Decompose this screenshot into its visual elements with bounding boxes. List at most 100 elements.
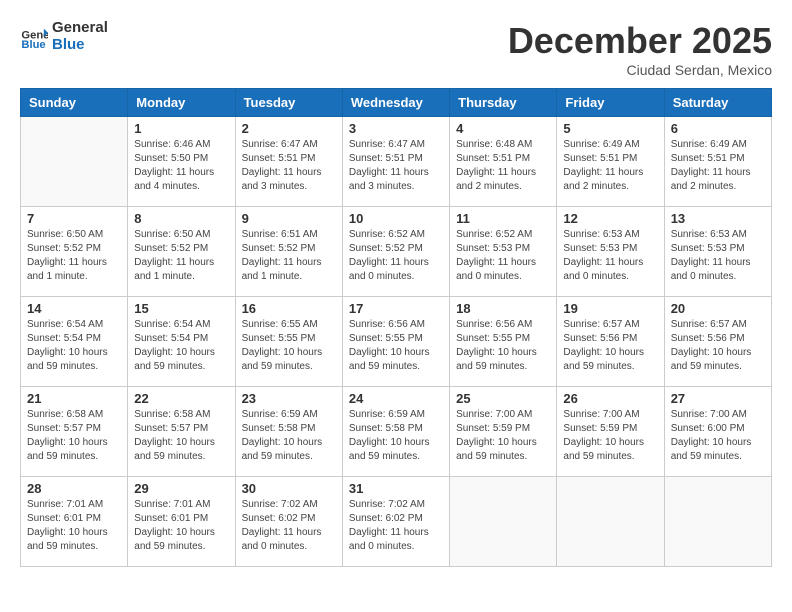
title-area: December 2025 Ciudad Serdan, Mexico xyxy=(508,20,772,78)
day-info: Sunrise: 7:01 AM Sunset: 6:01 PM Dayligh… xyxy=(134,498,228,554)
day-info: Sunrise: 6:57 AM Sunset: 5:56 PM Dayligh… xyxy=(563,318,657,374)
day-info: Sunrise: 7:00 AM Sunset: 5:59 PM Dayligh… xyxy=(563,408,657,464)
weekday-header-thursday: Thursday xyxy=(450,89,557,117)
day-info: Sunrise: 6:49 AM Sunset: 5:51 PM Dayligh… xyxy=(671,138,765,194)
day-number: 6 xyxy=(671,121,765,136)
day-info: Sunrise: 7:01 AM Sunset: 6:01 PM Dayligh… xyxy=(27,498,121,554)
day-number: 27 xyxy=(671,391,765,406)
weekday-header-monday: Monday xyxy=(128,89,235,117)
calendar-cell: 5 Sunrise: 6:49 AM Sunset: 5:51 PM Daylig… xyxy=(557,117,664,207)
calendar-cell: 1Sunrise: 6:46 AM Sunset: 5:50 PM Daylig… xyxy=(128,117,235,207)
weekday-header-sunday: Sunday xyxy=(21,89,128,117)
calendar-cell: 15 Sunrise: 6:54 AM Sunset: 5:54 PM Dayli… xyxy=(128,297,235,387)
day-info: Sunrise: 6:56 AM Sunset: 5:55 PM Dayligh… xyxy=(349,318,443,374)
calendar-cell: 2 Sunrise: 6:47 AM Sunset: 5:51 PM Daylig… xyxy=(235,117,342,207)
day-info: Sunrise: 6:52 AM Sunset: 5:52 PM Dayligh… xyxy=(349,228,443,284)
calendar-week-1: 1Sunrise: 6:46 AM Sunset: 5:50 PM Daylig… xyxy=(21,117,772,207)
day-info: Sunrise: 6:53 AM Sunset: 5:53 PM Dayligh… xyxy=(563,228,657,284)
calendar-cell: 14Sunrise: 6:54 AM Sunset: 5:54 PM Dayli… xyxy=(21,297,128,387)
day-info: Sunrise: 6:59 AM Sunset: 5:58 PM Dayligh… xyxy=(349,408,443,464)
logo-icon: General Blue xyxy=(20,23,48,51)
calendar-cell: 13 Sunrise: 6:53 AM Sunset: 5:53 PM Dayli… xyxy=(664,207,771,297)
day-info: Sunrise: 6:54 AM Sunset: 5:54 PM Dayligh… xyxy=(27,318,121,374)
day-number: 30 xyxy=(242,481,336,496)
day-number: 21 xyxy=(27,391,121,406)
calendar-cell: 17 Sunrise: 6:56 AM Sunset: 5:55 PM Dayli… xyxy=(342,297,449,387)
day-number: 4 xyxy=(456,121,550,136)
day-info: Sunrise: 7:02 AM Sunset: 6:02 PM Dayligh… xyxy=(349,498,443,554)
location: Ciudad Serdan, Mexico xyxy=(508,62,772,78)
calendar-cell: 30 Sunrise: 7:02 AM Sunset: 6:02 PM Dayli… xyxy=(235,477,342,567)
page-header: General Blue General Blue December 2025 … xyxy=(20,20,772,78)
day-info: Sunrise: 6:53 AM Sunset: 5:53 PM Dayligh… xyxy=(671,228,765,284)
calendar-cell: 21Sunrise: 6:58 AM Sunset: 5:57 PM Dayli… xyxy=(21,387,128,477)
day-info: Sunrise: 7:02 AM Sunset: 6:02 PM Dayligh… xyxy=(242,498,336,554)
calendar-cell: 28 Sunrise: 7:01 AM Sunset: 6:01 PM Dayli… xyxy=(21,477,128,567)
day-number: 23 xyxy=(242,391,336,406)
calendar-cell: 11Sunrise: 6:52 AM Sunset: 5:53 PM Dayli… xyxy=(450,207,557,297)
calendar-week-2: 7Sunrise: 6:50 AM Sunset: 5:52 PM Daylig… xyxy=(21,207,772,297)
day-info: Sunrise: 6:49 AM Sunset: 5:51 PM Dayligh… xyxy=(563,138,657,194)
day-info: Sunrise: 6:54 AM Sunset: 5:54 PM Dayligh… xyxy=(134,318,228,374)
calendar-cell: 19 Sunrise: 6:57 AM Sunset: 5:56 PM Dayli… xyxy=(557,297,664,387)
day-number: 19 xyxy=(563,301,657,316)
calendar-cell: 9 Sunrise: 6:51 AM Sunset: 5:52 PM Daylig… xyxy=(235,207,342,297)
day-number: 5 xyxy=(563,121,657,136)
calendar-cell: 18 Sunrise: 6:56 AM Sunset: 5:55 PM Dayli… xyxy=(450,297,557,387)
day-info: Sunrise: 6:50 AM Sunset: 5:52 PM Dayligh… xyxy=(27,228,121,284)
day-number: 31 xyxy=(349,481,443,496)
weekday-header-friday: Friday xyxy=(557,89,664,117)
month-title: December 2025 xyxy=(508,20,772,62)
calendar-cell: 4Sunrise: 6:48 AM Sunset: 5:51 PM Daylig… xyxy=(450,117,557,207)
weekday-header-saturday: Saturday xyxy=(664,89,771,117)
day-number: 8 xyxy=(134,211,228,226)
logo-general: General xyxy=(52,20,108,37)
day-info: Sunrise: 6:47 AM Sunset: 5:51 PM Dayligh… xyxy=(349,138,443,194)
day-number: 15 xyxy=(134,301,228,316)
logo-blue: Blue xyxy=(52,37,108,54)
calendar-header-row: SundayMondayTuesdayWednesdayThursdayFrid… xyxy=(21,89,772,117)
day-number: 10 xyxy=(349,211,443,226)
calendar-cell xyxy=(21,117,128,207)
day-number: 12 xyxy=(563,211,657,226)
day-number: 20 xyxy=(671,301,765,316)
day-info: Sunrise: 6:56 AM Sunset: 5:55 PM Dayligh… xyxy=(456,318,550,374)
calendar-week-3: 14Sunrise: 6:54 AM Sunset: 5:54 PM Dayli… xyxy=(21,297,772,387)
day-number: 18 xyxy=(456,301,550,316)
calendar-cell: 12 Sunrise: 6:53 AM Sunset: 5:53 PM Dayli… xyxy=(557,207,664,297)
weekday-header-tuesday: Tuesday xyxy=(235,89,342,117)
calendar-cell: 8Sunrise: 6:50 AM Sunset: 5:52 PM Daylig… xyxy=(128,207,235,297)
day-info: Sunrise: 6:47 AM Sunset: 5:51 PM Dayligh… xyxy=(242,138,336,194)
day-info: Sunrise: 6:51 AM Sunset: 5:52 PM Dayligh… xyxy=(242,228,336,284)
day-number: 22 xyxy=(134,391,228,406)
calendar-week-5: 28 Sunrise: 7:01 AM Sunset: 6:01 PM Dayli… xyxy=(21,477,772,567)
day-number: 2 xyxy=(242,121,336,136)
svg-text:Blue: Blue xyxy=(21,39,45,51)
calendar-cell: 29 Sunrise: 7:01 AM Sunset: 6:01 PM Dayli… xyxy=(128,477,235,567)
day-number: 29 xyxy=(134,481,228,496)
calendar-cell: 22Sunrise: 6:58 AM Sunset: 5:57 PM Dayli… xyxy=(128,387,235,477)
calendar-cell: 6 Sunrise: 6:49 AM Sunset: 5:51 PM Daylig… xyxy=(664,117,771,207)
calendar-cell: 10 Sunrise: 6:52 AM Sunset: 5:52 PM Dayli… xyxy=(342,207,449,297)
calendar-cell: 25Sunrise: 7:00 AM Sunset: 5:59 PM Dayli… xyxy=(450,387,557,477)
day-number: 17 xyxy=(349,301,443,316)
day-info: Sunrise: 6:57 AM Sunset: 5:56 PM Dayligh… xyxy=(671,318,765,374)
day-number: 28 xyxy=(27,481,121,496)
calendar-week-4: 21Sunrise: 6:58 AM Sunset: 5:57 PM Dayli… xyxy=(21,387,772,477)
day-number: 3 xyxy=(349,121,443,136)
day-info: Sunrise: 7:00 AM Sunset: 6:00 PM Dayligh… xyxy=(671,408,765,464)
day-number: 25 xyxy=(456,391,550,406)
calendar-cell: 31 Sunrise: 7:02 AM Sunset: 6:02 PM Dayli… xyxy=(342,477,449,567)
day-info: Sunrise: 6:55 AM Sunset: 5:55 PM Dayligh… xyxy=(242,318,336,374)
day-number: 9 xyxy=(242,211,336,226)
calendar-cell: 3 Sunrise: 6:47 AM Sunset: 5:51 PM Daylig… xyxy=(342,117,449,207)
calendar-table: SundayMondayTuesdayWednesdayThursdayFrid… xyxy=(20,88,772,567)
calendar-cell: 7Sunrise: 6:50 AM Sunset: 5:52 PM Daylig… xyxy=(21,207,128,297)
calendar-cell: 26Sunrise: 7:00 AM Sunset: 5:59 PM Dayli… xyxy=(557,387,664,477)
day-info: Sunrise: 6:52 AM Sunset: 5:53 PM Dayligh… xyxy=(456,228,550,284)
calendar-cell: 24Sunrise: 6:59 AM Sunset: 5:58 PM Dayli… xyxy=(342,387,449,477)
calendar-cell: 16Sunrise: 6:55 AM Sunset: 5:55 PM Dayli… xyxy=(235,297,342,387)
day-number: 13 xyxy=(671,211,765,226)
calendar-cell xyxy=(450,477,557,567)
calendar-cell: 20 Sunrise: 6:57 AM Sunset: 5:56 PM Dayli… xyxy=(664,297,771,387)
